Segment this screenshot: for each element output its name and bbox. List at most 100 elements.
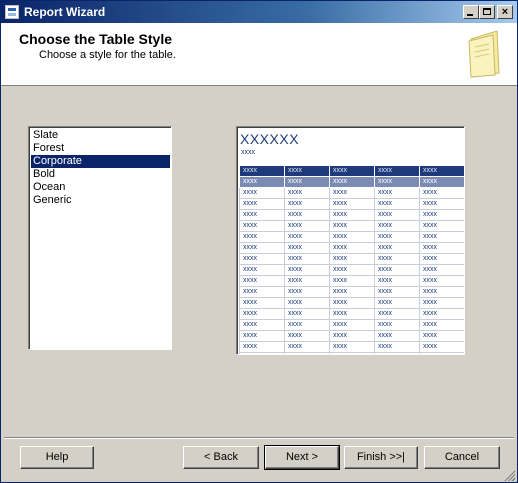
preview-cell: xxxx [374,198,420,210]
preview-row: xxxxxxxxxxxxxxxxxxxx [239,297,464,309]
preview-cell: xxxx [419,176,464,188]
preview-cell: xxxx [284,341,330,353]
preview-row: xxxxxxxxxxxxxxxxxxxx [239,264,464,276]
style-item-forest[interactable]: Forest [31,142,170,155]
preview-cell: xxxx [374,231,420,243]
preview-cell: xxxx [374,209,420,221]
preview-row: xxxxxxxxxxxxxxxxxxxx [239,209,464,221]
preview-row: xxxxxxxxxxxxxxxxxxxx [239,220,464,232]
preview-cell: xxxx [419,242,464,254]
preview-cell: xxxx [374,352,420,354]
preview-cell: xxxx [374,253,420,265]
preview-cell: xxxx [374,308,420,320]
preview-row: xxxxxxxxxxxxxxxxxxxx [239,286,464,298]
preview-cell: xxxx [419,231,464,243]
style-item-bold[interactable]: Bold [31,168,170,181]
preview-cell: xxxx [329,264,375,276]
preview-cell: xxxx [239,275,285,287]
preview-header-row: xxxx xxxx xxxx xxxx xxxx [239,165,464,177]
preview-cell: xxxx [419,330,464,342]
preview-cell: xxxx [329,319,375,331]
minimize-button[interactable] [463,5,479,19]
wizard-header: Choose the Table Style Choose a style fo… [1,23,517,86]
preview-cell: xxxx [419,187,464,199]
preview-cell: xxxx [284,242,330,254]
preview-cell: xxxx [329,231,375,243]
preview-cell: xxxx [239,198,285,210]
preview-cell: xxxx [284,176,330,188]
preview-cell: xxxx [329,165,375,177]
close-button[interactable]: × [497,5,513,19]
preview-cell: xxxx [419,286,464,298]
preview-cell: xxxx [329,330,375,342]
help-button[interactable]: Help [20,446,94,469]
preview-cell: xxxx [284,220,330,232]
preview-cell: xxxx [374,330,420,342]
preview-cell: xxxx [374,341,420,353]
preview-cell: xxxx [329,352,375,354]
title-bar[interactable]: Report Wizard × [1,1,517,23]
preview-cell: xxxx [284,231,330,243]
preview-cell: xxxx [329,187,375,199]
back-button[interactable]: < Back [183,446,259,469]
preview-cell: xxxx [329,308,375,320]
preview-cell: xxxx [419,352,464,354]
preview-cell: xxxx [374,319,420,331]
maximize-button[interactable] [479,5,495,19]
preview-cell: xxxx [329,297,375,309]
preview-cell: xxxx [239,286,285,298]
preview-cell: xxxx [374,165,420,177]
preview-cell: xxxx [284,352,330,354]
style-item-ocean[interactable]: Ocean [31,181,170,194]
notepad-icon [468,30,500,78]
preview-cell: xxxx [419,297,464,309]
preview-cell: xxxx [284,198,330,210]
style-item-slate[interactable]: Slate [31,129,170,142]
preview-cell: xxxx [374,176,420,188]
preview-cell: xxxx [374,242,420,254]
preview-cell: xxxx [419,341,464,353]
style-list-items: Slate Forest Corporate Bold Ocean Generic [29,127,171,207]
preview-cell: xxxx [374,187,420,199]
preview-cell: xxxx [239,330,285,342]
preview-cell: xxxx [419,220,464,232]
preview-cell: xxxx [419,308,464,320]
preview-cell: xxxx [239,165,285,177]
preview-cell: xxxx [419,253,464,265]
preview-cell: xxxx [329,253,375,265]
next-button[interactable]: Next > [264,445,340,470]
cancel-button[interactable]: Cancel [424,446,500,469]
style-item-generic[interactable]: Generic [31,194,170,207]
page-subtitle: Choose a style for the table. [39,49,176,61]
preview-cell: xxxx [284,275,330,287]
preview-row: xxxxxxxxxxxxxxxxxxxx [239,231,464,243]
preview-row: xxxxxxxxxxxxxxxxxxxx [239,330,464,342]
preview-cell: xxxx [239,264,285,276]
page-title: Choose the Table Style [19,31,172,47]
preview-cell: xxxx [374,286,420,298]
preview-cell: xxxx [329,220,375,232]
finish-button[interactable]: Finish >>| [344,446,418,469]
preview-row: xxxxxxxxxxxxxxxxxxxx [239,198,464,210]
preview-cell: xxxx [284,209,330,221]
maximize-icon [483,8,491,15]
preview-cell: xxxx [239,231,285,243]
preview-row: xxxxxxxxxxxxxxxxxxxx [239,308,464,320]
report-wizard-icon [5,5,19,19]
table-style-list[interactable]: Slate Forest Corporate Bold Ocean Generic [28,126,172,350]
preview-cell: xxxx [284,253,330,265]
preview-cell: xxxx [374,264,420,276]
preview-cell: xxxx [239,187,285,199]
preview-cell: xxxx [239,253,285,265]
resize-grip[interactable] [503,469,515,481]
close-icon: × [501,6,509,18]
preview-cell: xxxx [239,242,285,254]
preview-row: xxxxxxxxxxxxxxxxxxxx [239,275,464,287]
footer-separator-highlight [4,438,514,439]
preview-title: XXXXXX [240,131,300,147]
style-item-corporate[interactable]: Corporate [31,155,170,168]
preview-cell: xxxx [284,264,330,276]
preview-row: xxxxxxxxxxxxxxxxxxxx [239,319,464,331]
preview-row: xxxxxxxxxxxxxxxxxxxx [239,187,464,199]
preview-cell: xxxx [284,308,330,320]
